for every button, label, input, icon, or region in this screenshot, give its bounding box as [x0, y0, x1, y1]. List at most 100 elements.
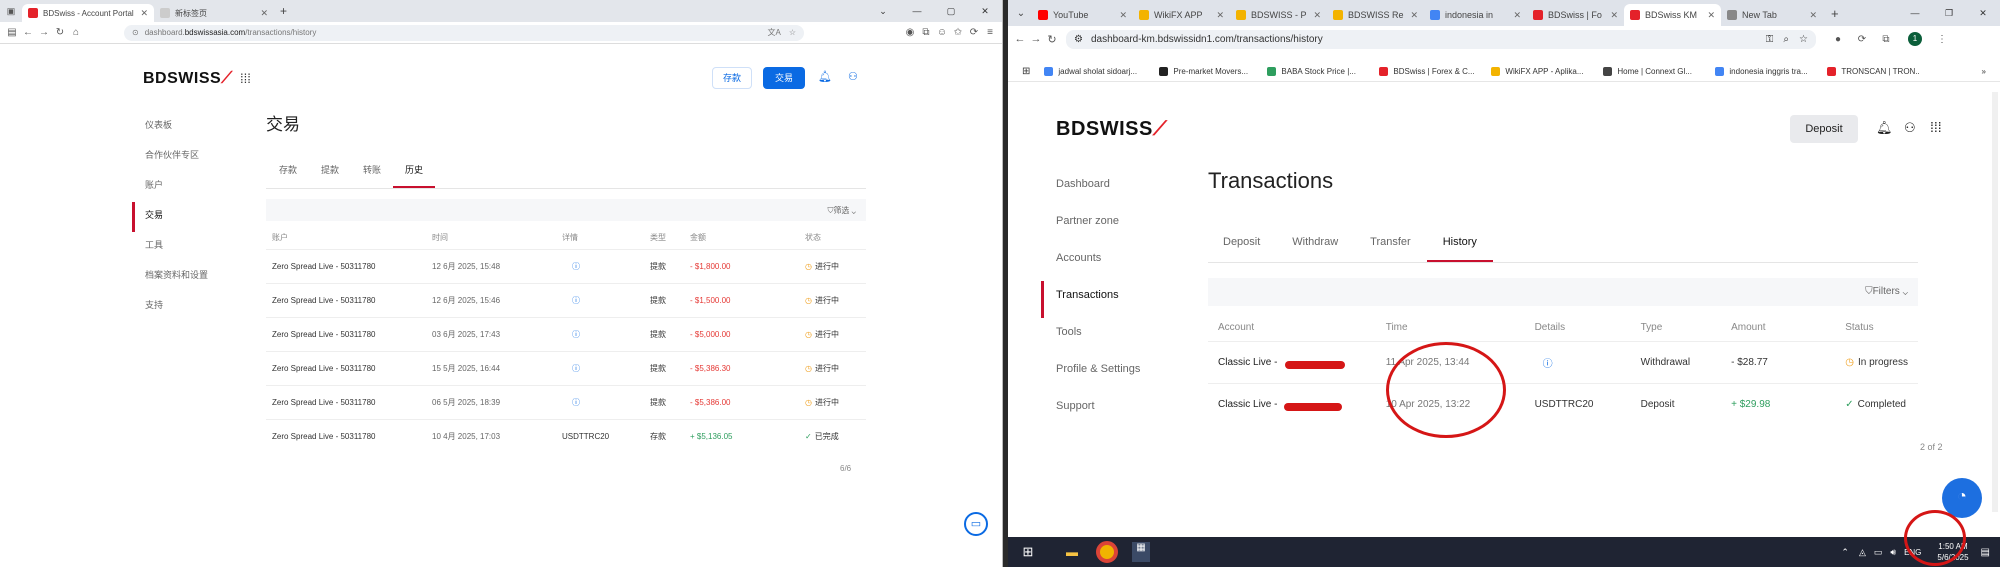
maximize-icon[interactable]: ❐ [1932, 8, 1966, 19]
menu-icon[interactable]: ≡ [982, 27, 998, 38]
bdswiss-logo[interactable]: BDSWISS⟋ [1056, 118, 1167, 141]
details-info-icon[interactable]: ⓘ [556, 385, 644, 420]
tab-history[interactable]: 历史 [393, 158, 436, 188]
right-tab[interactable]: YouTube ✕ [1032, 4, 1133, 26]
sidebar-item-transactions[interactable]: Transactions [1041, 281, 1171, 318]
left-tab-newtab[interactable]: 新标签页 ✕ [154, 4, 274, 22]
header-deposit-button[interactable]: 存款 [712, 67, 752, 89]
minimize-icon[interactable]: — [1898, 8, 1932, 18]
extension-icon[interactable]: ● [1830, 34, 1846, 45]
site-info-icon[interactable]: ⊙ [132, 28, 139, 37]
bookmark-item[interactable]: indonesia inggris tra... [1715, 67, 1827, 76]
close-tab-icon[interactable]: ✕ [1701, 10, 1715, 21]
notification-icon[interactable]: ▤ [1981, 547, 1990, 558]
details-info-icon[interactable]: ⓘ [556, 283, 644, 318]
sidebar-item-partner-zone[interactable]: Partner zone [1041, 207, 1171, 244]
bookmark-star-icon[interactable]: ☆ [789, 28, 796, 37]
extensions-puzzle-icon[interactable]: ⧉ [1878, 34, 1894, 45]
sidebar-item-profile[interactable]: 档案资料和设置 [132, 262, 252, 292]
sidebar-item-support[interactable]: 支持 [132, 292, 252, 322]
details-info-icon[interactable]: ⓘ [556, 249, 644, 284]
profile-icon[interactable]: ☺ [934, 27, 950, 38]
file-explorer-icon[interactable]: ▬ [1058, 545, 1086, 559]
sidebar-toggle-icon[interactable]: ▤ [4, 27, 20, 38]
sidebar-item-partner-zone[interactable]: 合作伙伴专区 [132, 142, 252, 172]
bookmark-item[interactable]: WikiFX APP - Aplika... [1491, 67, 1603, 76]
start-icon[interactable]: ⊞ [1014, 544, 1042, 560]
zoom-icon[interactable]: ⌕ [1783, 34, 1789, 45]
maximize-icon[interactable]: ▢ [934, 6, 968, 17]
translate-icon[interactable]: 文A [767, 27, 780, 38]
details-info-icon[interactable]: ⓘ [556, 351, 644, 386]
tab-deposit[interactable]: 存款 [266, 158, 309, 188]
close-tab-icon[interactable]: ✕ [1113, 10, 1127, 21]
bdswiss-logo[interactable]: BDSWISS⟋ [143, 70, 233, 88]
scrollbar[interactable] [1992, 92, 1998, 512]
sidebar-item-accounts[interactable]: Accounts [1041, 244, 1171, 281]
sidebar-item-tools[interactable]: Tools [1041, 318, 1171, 355]
more-bookmarks-icon[interactable]: » [1982, 67, 1986, 76]
close-tab-icon[interactable]: ✕ [1604, 10, 1618, 21]
tab-transfer[interactable]: 转账 [351, 158, 393, 188]
minimize-icon[interactable]: — [900, 6, 934, 16]
home-icon[interactable]: ⌂ [68, 27, 84, 38]
right-tab[interactable]: BDSwiss KM ✕ [1624, 4, 1721, 26]
new-tab-icon[interactable]: + [1831, 6, 1839, 21]
bookmark-item[interactable]: Pre-market Movers... [1159, 67, 1267, 76]
bookmark-star-icon[interactable]: ☆ [1799, 34, 1808, 45]
sidebar-item-dashboard[interactable]: 仪表板 [132, 112, 252, 142]
close-tab-icon[interactable]: ✕ [1507, 10, 1521, 21]
sidebar-item-transactions[interactable]: 交易 [132, 202, 252, 232]
calculator-icon[interactable]: ▦ [1132, 542, 1150, 562]
tab-search-icon[interactable]: ⌄ [866, 6, 900, 17]
bell-icon[interactable]: 🔔︎ [1876, 120, 1893, 136]
right-tab[interactable]: BDSWISS - P ✕ [1230, 4, 1327, 26]
close-tab-icon[interactable]: ✕ [254, 8, 268, 19]
bookmark-item[interactable]: TRONSCAN | TRON... [1827, 67, 1919, 76]
volume-icon[interactable]: 🔊︎ [1890, 547, 1896, 558]
extensions-icon[interactable]: ◉ [902, 27, 918, 38]
tab-search-icon[interactable]: ⌄ [1010, 8, 1032, 19]
favorites-icon[interactable]: ✩ [950, 27, 966, 38]
right-tab[interactable]: WikiFX APP ✕ [1133, 4, 1230, 26]
sidebar-item-support[interactable]: Support [1041, 392, 1171, 429]
chevron-down-icon[interactable]: ⌄ [1903, 286, 1908, 297]
reload-icon[interactable]: ↻ [1044, 33, 1060, 46]
battery-icon[interactable]: ▭ [1874, 547, 1883, 558]
password-key-icon[interactable]: ⚿ [1766, 34, 1774, 45]
filter-icon[interactable]: ⛉ [1865, 286, 1873, 297]
site-info-icon[interactable]: ⚙ [1074, 34, 1083, 45]
back-icon[interactable]: ← [1012, 33, 1028, 45]
details-info-icon[interactable]: ⓘ [556, 317, 644, 352]
apps-grid-icon[interactable]: ⊞ [1022, 66, 1030, 77]
bookmark-item[interactable]: Home | Connext Gl... [1603, 67, 1715, 76]
forward-icon[interactable]: → [36, 27, 52, 38]
tray-chevron-icon[interactable]: ⌃ [1841, 547, 1849, 558]
sidebar-item-dashboard[interactable]: Dashboard [1041, 170, 1171, 207]
close-window-icon[interactable]: ✕ [1966, 8, 2000, 19]
apps-grid-icon[interactable]: ⁞⁞⁞ [1930, 119, 1942, 135]
reload-icon[interactable]: ↻ [52, 27, 68, 38]
tab-withdraw[interactable]: 提款 [309, 158, 351, 188]
close-tab-icon[interactable]: ✕ [134, 8, 148, 19]
new-tab-icon[interactable]: + [280, 4, 287, 18]
collections-icon[interactable]: ⧉ [918, 27, 934, 38]
bell-icon[interactable]: 🔔︎ [818, 70, 832, 83]
network-icon[interactable]: ◬ [1859, 547, 1866, 558]
bookmark-item[interactable]: BDSwiss | Forex & C... [1379, 67, 1491, 76]
user-icon[interactable]: ⚇ [848, 70, 858, 83]
chevron-down-icon[interactable]: ⌄ [852, 206, 856, 215]
filter-button[interactable]: 筛选 [833, 206, 849, 215]
apps-grid-icon[interactable]: ⁞⁞⁞ [240, 71, 251, 86]
chrome-taskbar-icon[interactable] [1096, 541, 1118, 563]
bookmark-item[interactable]: BABA Stock Price |... [1267, 67, 1379, 76]
tab-transfer[interactable]: Transfer [1354, 232, 1427, 262]
back-icon[interactable]: ← [20, 27, 36, 38]
copilot-icon[interactable]: ⟳ [966, 27, 982, 38]
forward-icon[interactable]: → [1028, 33, 1044, 45]
user-icon[interactable]: ⚇ [1904, 120, 1916, 136]
sidebar-item-profile[interactable]: Profile & Settings [1041, 355, 1171, 392]
close-tab-icon[interactable]: ✕ [1210, 10, 1224, 21]
left-tab-bdswiss[interactable]: BDSwiss - Account Portal ✕ [22, 4, 154, 22]
deposit-button[interactable]: Deposit [1790, 115, 1858, 143]
